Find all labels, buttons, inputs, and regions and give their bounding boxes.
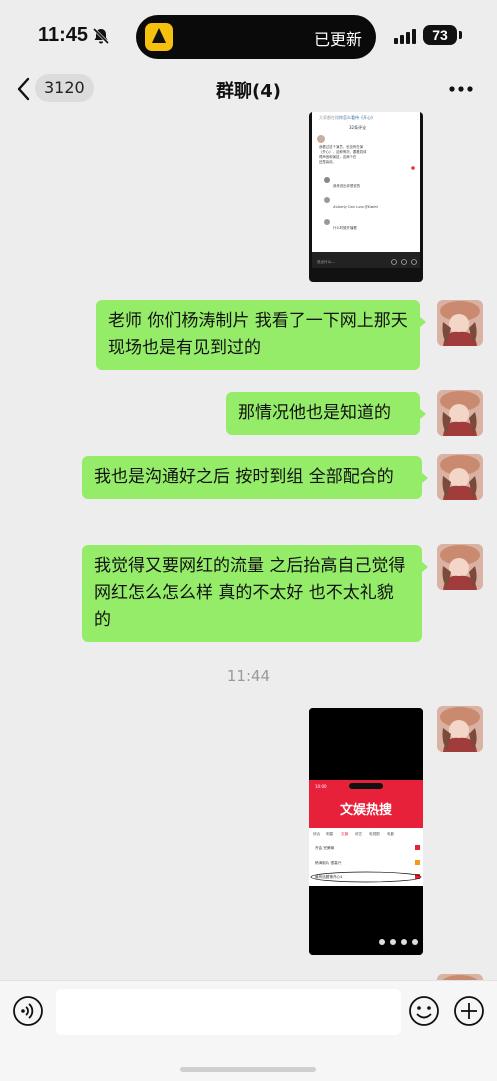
avatar[interactable] bbox=[437, 706, 483, 752]
shot-tab-0: 综合 bbox=[313, 831, 321, 836]
shot-tab-1: 明星 bbox=[326, 831, 334, 836]
shot-line-0: 我看过这个演员，也没有在演 bbox=[319, 144, 364, 149]
shot-tab-5: 电影 bbox=[387, 831, 395, 836]
avatar[interactable] bbox=[437, 390, 483, 436]
image-message-comments[interactable]: 大家都在搜 你怎么看待《开心》 32条评论 我看过这个演员，也没有在演 《开心》… bbox=[309, 112, 423, 282]
input-bar bbox=[0, 980, 497, 1081]
message-bubble[interactable]: 那情况他也是知道的 bbox=[226, 392, 426, 435]
battery-indicator: 73 bbox=[423, 25, 457, 45]
shot-header: 大家都在搜 bbox=[319, 114, 339, 120]
shot-row-2: 最有话题第开心4 bbox=[315, 874, 343, 879]
shot-tab-3: 综艺 bbox=[355, 831, 363, 836]
avatar[interactable] bbox=[437, 544, 483, 590]
message-timestamp: 11:44 bbox=[226, 667, 271, 685]
emoji-icon[interactable] bbox=[408, 995, 440, 1027]
voice-icon[interactable] bbox=[12, 995, 44, 1027]
shot-tab-4: 电视剧 bbox=[369, 831, 380, 836]
comments-screenshot: 大家都在搜 你怎么看待《开心》 32条评论 我看过这个演员，也没有在演 《开心》… bbox=[309, 112, 423, 282]
message-bubble[interactable]: 我也是沟通好之后 按时到组 全部配合的 bbox=[82, 456, 428, 499]
shot-input-hint: 说点什么... bbox=[317, 259, 335, 264]
shot-user-1: 我来说出你想说的 bbox=[333, 183, 361, 188]
avatar[interactable] bbox=[437, 454, 483, 500]
shot-comment-count: 32条评论 bbox=[349, 124, 366, 130]
status-time: 11:45 bbox=[38, 24, 89, 46]
shot-user-3: 什么时候开播看 bbox=[333, 225, 357, 230]
shot-line-2: 得声音和演技，这两个在 bbox=[319, 154, 357, 159]
nav-bar: 3120 群聊(4) bbox=[0, 68, 497, 112]
bell-slash-icon bbox=[92, 27, 110, 45]
chat-area[interactable]: 大家都在搜 你怎么看待《开心》 32条评论 我看过这个演员，也没有在演 《开心》… bbox=[0, 112, 497, 980]
chat-title: 群聊(4) bbox=[216, 81, 281, 102]
signal-icon bbox=[394, 29, 416, 44]
hot-search-screenshot: 10:00 文娱热搜 综合 明星 文娱 综艺 电视剧 电影 开会 完美嘛 杨涛制… bbox=[309, 708, 423, 955]
avatar[interactable] bbox=[437, 300, 483, 346]
image-message-hot-search[interactable]: 10:00 文娱热搜 综合 明星 文娱 综艺 电视剧 电影 开会 完美嘛 杨涛制… bbox=[309, 708, 423, 955]
shot-banner: 文娱热搜 bbox=[340, 802, 393, 818]
dynamic-island[interactable]: 已更新 bbox=[136, 15, 376, 59]
shot-search: 你怎么看待《开心》 bbox=[339, 114, 375, 120]
message-input[interactable] bbox=[56, 989, 401, 1035]
shot-row-1: 杨涛制片 很高兴 bbox=[315, 860, 342, 865]
shot-line-3: 还是喜欢。 bbox=[319, 159, 336, 164]
status-bar: 11:45 已更新 73 bbox=[0, 0, 497, 68]
shot-tab-2: 文娱 bbox=[341, 831, 349, 836]
shot-line-1: 《开心》，这种情况，要看具体 bbox=[319, 149, 367, 154]
battery-cap bbox=[459, 31, 462, 39]
message-bubble[interactable]: 老师 你们杨涛制片 我看了一下网上那天现场也是有见到过的 bbox=[96, 300, 426, 370]
home-indicator bbox=[180, 1067, 316, 1072]
plus-icon[interactable] bbox=[453, 995, 485, 1027]
shot-user-2: #Liberty Clan Luna @Kiwimi bbox=[333, 205, 378, 209]
shot-row-0: 开会 完美嘛 bbox=[315, 845, 335, 850]
app-icon bbox=[145, 23, 173, 51]
shot-time: 10:00 bbox=[315, 784, 327, 789]
message-bubble[interactable]: 我觉得又要网红的流量 之后抬高自己觉得网红怎么怎么样 真的不太好 也不太礼貌的 bbox=[82, 545, 428, 642]
more-icon[interactable] bbox=[447, 80, 475, 98]
island-status-text: 已更新 bbox=[313, 30, 362, 49]
